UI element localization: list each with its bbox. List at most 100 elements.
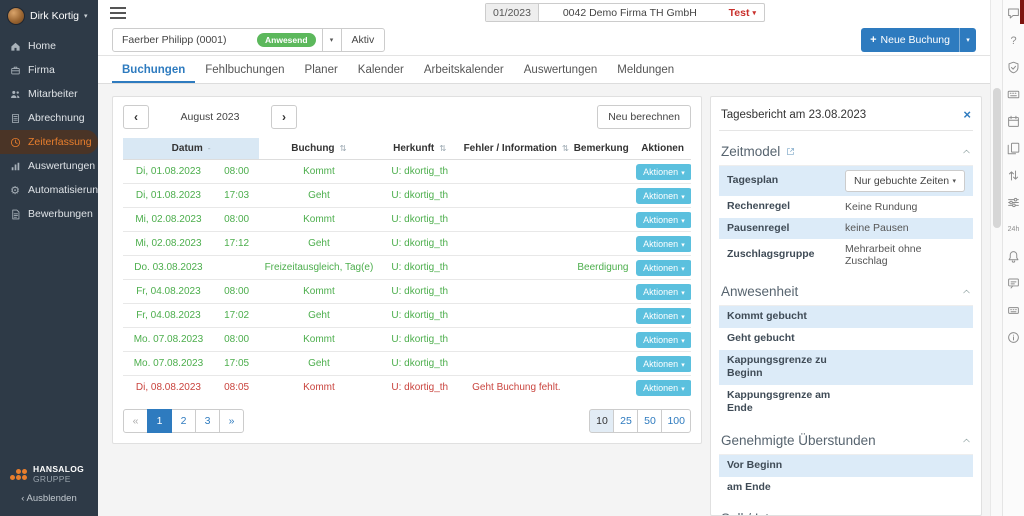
- row-actions-button[interactable]: Aktionen▾: [636, 284, 691, 300]
- month-label: August 2023: [149, 111, 271, 123]
- time-24h-icon[interactable]: 24h: [1007, 223, 1020, 236]
- column-header-datum[interactable]: Datum-: [123, 138, 259, 160]
- tabs: BuchungenFehlbuchungenPlanerKalenderArbe…: [98, 56, 990, 84]
- menu-toggle-icon[interactable]: [110, 7, 126, 22]
- cell-date: Di, 08.08.2023: [123, 376, 214, 400]
- page-size-10[interactable]: 10: [589, 409, 614, 433]
- chevron-up-icon[interactable]: [962, 147, 971, 156]
- cell-actions: Aktionen▾: [634, 280, 691, 304]
- scrollbar-thumb[interactable]: [993, 88, 1001, 228]
- report-row-kappungsgrenze-zu-beginn: Kappungsgrenze zu Beginn: [719, 350, 973, 385]
- copy-icon[interactable]: [1007, 142, 1020, 155]
- page-prev-button[interactable]: «: [123, 409, 148, 433]
- row-actions-button[interactable]: Aktionen▾: [636, 260, 691, 276]
- vertical-scrollbar[interactable]: [990, 0, 1002, 516]
- column-header-bemerkung[interactable]: Bemerkung⇅: [572, 138, 634, 160]
- page-button-1[interactable]: 1: [147, 409, 172, 433]
- sidebar-item-abrechnung[interactable]: Abrechnung: [0, 106, 98, 130]
- comment-icon[interactable]: [1007, 7, 1020, 20]
- presence-badge: Anwesend: [257, 33, 316, 47]
- page-next-button[interactable]: »: [219, 409, 244, 433]
- page-size-50[interactable]: 50: [637, 409, 662, 433]
- shield-check-icon[interactable]: [1007, 61, 1020, 74]
- sidebar-item-auswertungen[interactable]: Auswertungen: [0, 154, 98, 178]
- row-actions-button[interactable]: Aktionen▾: [636, 236, 691, 252]
- sidebar-item-home[interactable]: Home: [0, 34, 98, 58]
- page-size-100[interactable]: 100: [661, 409, 691, 433]
- sidebar-item-automatisierung[interactable]: ⚙Automatisierung: [0, 178, 98, 202]
- chat-icon[interactable]: [1007, 277, 1020, 290]
- table-row: Mo. 07.08.202308:00KommtU: dkortig_thAkt…: [123, 328, 691, 352]
- tab-meldungen[interactable]: Meldungen: [607, 58, 684, 83]
- row-actions-button[interactable]: Aktionen▾: [636, 308, 691, 324]
- automation-icon: ⚙: [9, 184, 21, 196]
- company-icon: [9, 64, 21, 76]
- tab-buchungen[interactable]: Buchungen: [112, 58, 195, 83]
- row-actions-button[interactable]: Aktionen▾: [636, 380, 691, 396]
- table-row: Di, 01.08.202308:00KommtU: dkortig_thAkt…: [123, 160, 691, 184]
- active-filter-button[interactable]: Aktiv: [341, 29, 385, 51]
- sidebar-item-bewerbungen[interactable]: Bewerbungen: [0, 202, 98, 226]
- tagesplan-select[interactable]: Nur gebuchte Zeiten▾: [845, 170, 965, 192]
- report-row-label: Rechenregel: [727, 200, 845, 214]
- page-button-2[interactable]: 2: [171, 409, 196, 433]
- cell-time: 08:00: [214, 280, 259, 304]
- tab-fehlbuchungen[interactable]: Fehlbuchungen: [195, 58, 294, 83]
- report-section-genehmigte-überstunden: Genehmigte ÜberstundenVor Beginnam Ende: [719, 426, 973, 498]
- row-actions-button[interactable]: Aktionen▾: [636, 212, 691, 228]
- cell-source: U: dkortig_th: [379, 232, 461, 256]
- row-actions-button[interactable]: Aktionen▾: [636, 332, 691, 348]
- recalculate-button[interactable]: Neu berechnen: [597, 105, 691, 129]
- keyboard-icon[interactable]: [1007, 88, 1020, 101]
- sidebar-item-zeiterfassung[interactable]: Zeiterfassung: [0, 130, 98, 154]
- cell-source: U: dkortig_th: [379, 208, 461, 232]
- column-header-herkunft[interactable]: Herkunft⇅: [379, 138, 461, 160]
- chevron-up-icon[interactable]: [962, 436, 971, 445]
- environment-dropdown[interactable]: Test ▾: [721, 7, 764, 19]
- sort-arrows-icon[interactable]: [1007, 169, 1020, 182]
- company-selector[interactable]: 01/2023 0042 Demo Firma TH GmbH Test ▾: [485, 3, 765, 22]
- next-month-button[interactable]: ›: [271, 105, 297, 129]
- column-header-fehler-information[interactable]: Fehler / Information⇅: [461, 138, 572, 160]
- user-menu[interactable]: Dirk Kortig ▾: [0, 0, 98, 34]
- new-booking-button[interactable]: + Neue Buchung: [861, 28, 959, 52]
- keypad-icon[interactable]: [1007, 304, 1020, 317]
- chevron-up-icon[interactable]: [962, 287, 971, 296]
- cell-note: [572, 304, 634, 328]
- report-row-value: Keine Rundung: [845, 201, 917, 213]
- prev-month-button[interactable]: ‹: [123, 105, 149, 129]
- help-icon[interactable]: ?: [1007, 34, 1020, 47]
- chevron-down-icon[interactable]: ▾: [322, 29, 341, 51]
- row-actions-button[interactable]: Aktionen▾: [636, 188, 691, 204]
- info-icon[interactable]: [1007, 331, 1020, 344]
- external-link-icon[interactable]: [786, 147, 795, 156]
- bell-icon[interactable]: [1007, 250, 1020, 263]
- collapse-sidebar-button[interactable]: ‹ Ausblenden: [0, 489, 98, 516]
- sidebar-item-firma[interactable]: Firma: [0, 58, 98, 82]
- cell-date: Mo. 07.08.2023: [123, 352, 214, 376]
- row-actions-button[interactable]: Aktionen▾: [636, 356, 691, 372]
- page-button-3[interactable]: 3: [195, 409, 220, 433]
- tab-kalender[interactable]: Kalender: [348, 58, 414, 83]
- report-row-label: Zuschlagsgruppe: [727, 248, 845, 262]
- tab-auswertungen[interactable]: Auswertungen: [514, 58, 608, 83]
- tab-arbeitskalender[interactable]: Arbeitskalender: [414, 58, 514, 83]
- row-actions-button[interactable]: Aktionen▾: [636, 164, 691, 180]
- calendar-icon[interactable]: [1007, 115, 1020, 128]
- cell-error: Geht Buchung fehlt.: [461, 376, 572, 400]
- column-header-buchung[interactable]: Buchung⇅: [259, 138, 378, 160]
- close-icon[interactable]: ×: [963, 108, 971, 121]
- table-row: Mi, 02.08.202317:12GehtU: dkortig_thAkti…: [123, 232, 691, 256]
- sliders-icon[interactable]: [1007, 196, 1020, 209]
- column-label: Buchung: [291, 143, 334, 154]
- new-booking-dropdown[interactable]: ▾: [959, 28, 976, 52]
- sort-active-icon: -: [208, 143, 211, 153]
- sidebar-item-mitarbeiter[interactable]: Mitarbeiter: [0, 82, 98, 106]
- cell-note: [572, 160, 634, 184]
- cell-actions: Aktionen▾: [634, 352, 691, 376]
- tab-planer[interactable]: Planer: [295, 58, 348, 83]
- page-size-25[interactable]: 25: [613, 409, 638, 433]
- cell-actions: Aktionen▾: [634, 160, 691, 184]
- employee-selector[interactable]: Faerber Philipp (0001) Anwesend ▾ Aktiv: [112, 28, 385, 52]
- new-booking-split-button[interactable]: + Neue Buchung ▾: [861, 28, 976, 52]
